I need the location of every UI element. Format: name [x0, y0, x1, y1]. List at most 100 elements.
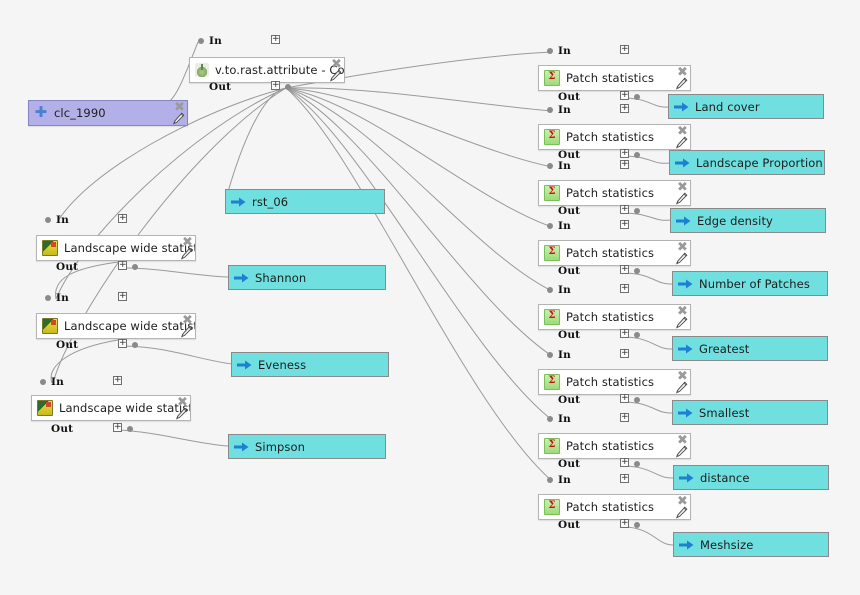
port-dot-out[interactable] [132, 264, 138, 270]
port-dot-in[interactable] [198, 38, 204, 44]
port-dot-in[interactable] [547, 287, 553, 293]
expander-toggle[interactable]: + [113, 423, 122, 432]
node-eveness[interactable]: Eveness [231, 352, 389, 377]
expander-toggle[interactable]: + [620, 349, 629, 358]
port-dot-in[interactable] [547, 477, 553, 483]
node-v_to_rast[interactable]: v.to.rast.attribute - Conv...✖ [189, 57, 345, 83]
node-label: Patch statistics [566, 500, 655, 514]
wire-lws_2-Out-to-eveness [121, 345, 233, 365]
node-lws_3[interactable]: Landscape wide statistics✖ [31, 395, 191, 421]
node-ps_5[interactable]: Σ Patch statistics ✖ [538, 304, 691, 330]
node-ps_3[interactable]: Σ Patch statistics ✖ [538, 180, 691, 206]
node-lws_1[interactable]: Landscape wide statistics✖ [36, 235, 196, 261]
node-ps_4[interactable]: Σ Patch statistics ✖ [538, 240, 691, 266]
port-dot-out[interactable] [634, 332, 640, 338]
node-label: Smallest [699, 405, 750, 420]
expander-toggle[interactable]: + [620, 45, 629, 54]
port-dot-in[interactable] [45, 295, 51, 301]
node-ps_8[interactable]: Σ Patch statistics ✖ [538, 494, 691, 520]
pencil-icon[interactable] [180, 247, 193, 260]
node-ps_7[interactable]: Σ Patch statistics ✖ [538, 433, 691, 459]
pencil-icon[interactable] [675, 506, 688, 519]
expander-toggle[interactable]: + [118, 292, 127, 301]
port-label-out: Out [51, 423, 74, 435]
expander-toggle[interactable]: + [620, 149, 629, 158]
port-dot-in[interactable] [547, 107, 553, 113]
node-rst_06[interactable]: rst_06 [225, 189, 385, 214]
expander-toggle[interactable]: + [620, 519, 629, 528]
pencil-icon[interactable] [675, 77, 688, 90]
expander-toggle[interactable]: + [620, 160, 629, 169]
expander-toggle[interactable]: + [620, 474, 629, 483]
port-dot-in[interactable] [547, 48, 553, 54]
node-ps_2[interactable]: Σ Patch statistics ✖ [538, 124, 691, 150]
node-meshsize[interactable]: Meshsize [673, 532, 829, 557]
port-dot-out[interactable] [634, 268, 640, 274]
port-dot-out[interactable] [634, 152, 640, 158]
node-land_cover[interactable]: Land cover [668, 94, 824, 119]
port-dot-out[interactable] [634, 94, 640, 100]
expander-toggle[interactable]: + [118, 214, 127, 223]
node-shannon[interactable]: Shannon [228, 265, 386, 290]
pencil-icon[interactable] [329, 69, 342, 82]
expander-toggle[interactable]: + [620, 91, 629, 100]
node-ps_1[interactable]: Σ Patch statistics ✖ [538, 65, 691, 91]
expander-toggle[interactable]: + [620, 284, 629, 293]
pencil-icon[interactable] [172, 112, 185, 125]
node-number_of_patches[interactable]: Number of Patches [672, 271, 828, 296]
port-dot-out[interactable] [634, 208, 640, 214]
pencil-icon[interactable] [675, 445, 688, 458]
port-dot-out[interactable] [132, 342, 138, 348]
port-dot-out[interactable] [634, 461, 640, 467]
expander-toggle[interactable]: + [620, 205, 629, 214]
pencil-icon[interactable] [675, 316, 688, 329]
node-smallest[interactable]: Smallest [672, 400, 828, 425]
port-dot-in[interactable] [45, 217, 51, 223]
expander-toggle[interactable]: + [271, 81, 280, 90]
port-dot-in[interactable] [547, 163, 553, 169]
node-edge_density[interactable]: Edge density [670, 208, 826, 233]
node-greatest[interactable]: Greatest [672, 336, 828, 361]
node-landscape_proportion[interactable]: Landscape Proportion [669, 150, 825, 175]
port-label-in: In [51, 376, 64, 388]
port-dot-out[interactable] [634, 522, 640, 528]
node-label: Landscape wide statistics [64, 241, 195, 255]
node-clc_1990[interactable]: ✚ clc_1990 ✖ [28, 100, 188, 126]
pencil-icon[interactable] [175, 407, 188, 420]
sigma-icon: Σ [544, 129, 560, 145]
expander-toggle[interactable]: + [620, 265, 629, 274]
expander-toggle[interactable]: + [118, 339, 127, 348]
connection-wires [50, 41, 674, 546]
port-dot-in[interactable] [547, 352, 553, 358]
port-dot-out[interactable] [127, 426, 133, 432]
port-dot-in[interactable] [40, 379, 46, 385]
port-dot-in[interactable] [547, 416, 553, 422]
pencil-icon[interactable] [675, 252, 688, 265]
sigma-icon: Σ [544, 438, 560, 454]
node-distance[interactable]: distance [673, 465, 829, 490]
expander-toggle[interactable]: + [620, 329, 629, 338]
pencil-icon[interactable] [180, 325, 193, 338]
node-simpson[interactable]: Simpson [228, 434, 386, 459]
model-canvas[interactable]: ✚clc_1990✖v.to.rast.attribute - Conv...✖… [0, 0, 860, 595]
port-dot-out[interactable] [634, 397, 640, 403]
expander-toggle[interactable]: + [620, 104, 629, 113]
port-dot-out[interactable] [285, 84, 291, 90]
node-ps_6[interactable]: Σ Patch statistics ✖ [538, 369, 691, 395]
pencil-icon[interactable] [675, 136, 688, 149]
expander-toggle[interactable]: + [118, 261, 127, 270]
expander-toggle[interactable]: + [271, 35, 280, 44]
node-lws_2[interactable]: Landscape wide statistics✖ [36, 313, 196, 339]
port-dot-in[interactable] [547, 223, 553, 229]
port-label-in: In [558, 160, 571, 172]
node-tools: ✖ [672, 370, 688, 395]
expander-toggle[interactable]: + [620, 413, 629, 422]
node-tools: ✖ [672, 495, 688, 520]
pencil-icon[interactable] [675, 192, 688, 205]
expander-toggle[interactable]: + [620, 220, 629, 229]
pencil-icon[interactable] [675, 381, 688, 394]
expander-toggle[interactable]: + [620, 458, 629, 467]
expander-toggle[interactable]: + [113, 376, 122, 385]
port-label-in: In [558, 284, 571, 296]
expander-toggle[interactable]: + [620, 394, 629, 403]
